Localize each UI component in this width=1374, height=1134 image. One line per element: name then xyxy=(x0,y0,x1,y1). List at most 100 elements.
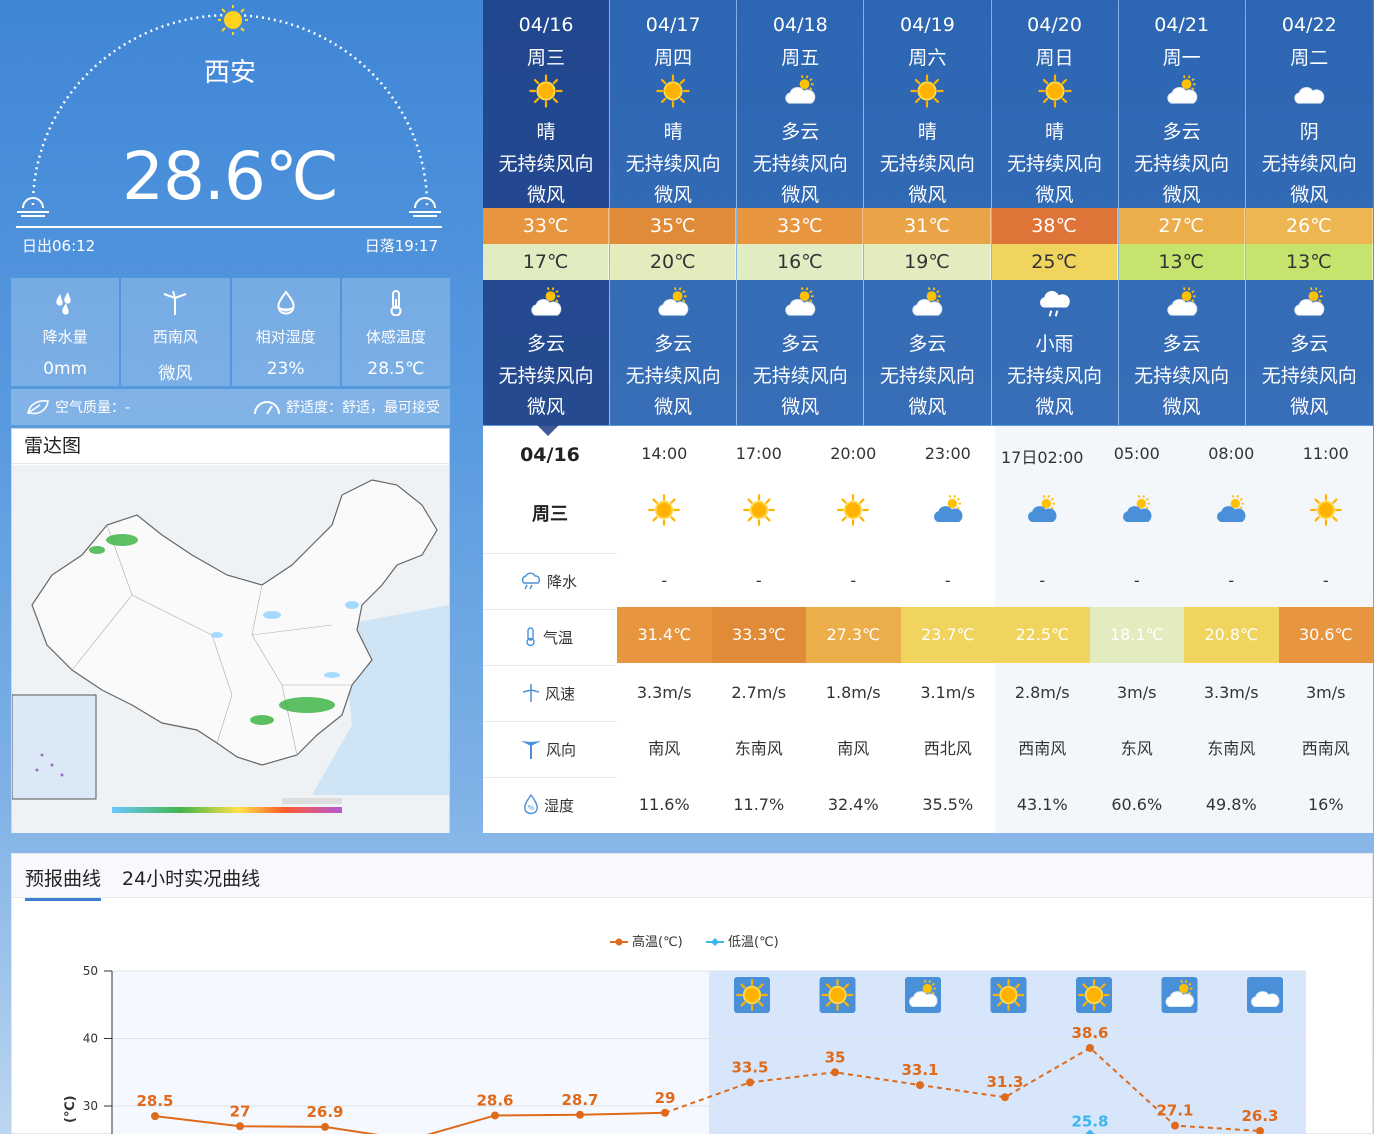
stat-label: 体感温度 xyxy=(365,328,426,346)
forecast-day-4[interactable]: 04/20 周日 晴 无持续风向 微风 38℃ 25℃ 小雨 无持续风向 微风 xyxy=(991,0,1119,425)
low-temp: 25℃ xyxy=(991,244,1118,280)
day-wind-power: 微风 xyxy=(1290,184,1329,206)
high-temp-label: 28.6 xyxy=(476,1091,513,1109)
forecast-day-3[interactable]: 04/19 周六 晴 无持续风向 微风 31℃ 19℃ 多云 无持续风向 微风 xyxy=(864,0,992,425)
forecast-date: 04/18 xyxy=(772,14,828,36)
hourly-column: 08:00 - 20.8℃ 3.3m/s 东南风 49.8% xyxy=(1184,426,1279,833)
hourly-time: 20:00 xyxy=(830,444,877,463)
forecast-day-5[interactable]: 04/21 周一 多云 无持续风向 微风 27℃ 13℃ 多云 无持续风向 微风 xyxy=(1118,0,1246,425)
comfort-gauge-icon xyxy=(254,401,280,415)
partly-cloudy-icon xyxy=(483,284,609,320)
leaf-icon xyxy=(27,400,49,415)
hourly-time: 17:00 xyxy=(735,444,782,463)
stat-wind: 西南风 微风 xyxy=(121,278,230,386)
sun-icon xyxy=(864,72,990,108)
hourly-rain: - xyxy=(1039,571,1046,590)
night-wind-power: 微风 xyxy=(1162,396,1201,418)
low-temp-label: 25.8 xyxy=(1071,1112,1108,1130)
hourly-humidity: 16% xyxy=(1307,795,1344,814)
tab-24h-curve[interactable]: 24小时实况曲线 xyxy=(122,864,260,898)
high-temp-label: 33.1 xyxy=(901,1061,938,1079)
high-temp: 26℃ xyxy=(1245,208,1373,244)
current-stats: 降水量 0mm 西南风 微风 相对湿度 23% 体感温度 28.5℃ xyxy=(11,278,450,386)
wind-direction-icon xyxy=(520,741,541,759)
row-label-wind-dir: 风向 xyxy=(483,721,617,777)
thermometer-icon xyxy=(390,290,402,316)
humidity-drop-icon xyxy=(277,290,295,315)
hourly-wind-dir: 南风 xyxy=(837,739,870,758)
hourly-wind-speed: 3m/s xyxy=(1117,683,1157,702)
hourly-temp: 31.4℃ xyxy=(617,607,712,663)
hourly-wind-dir: 西南风 xyxy=(1301,739,1350,758)
forecast-day-0[interactable]: 04/16 周三 晴 无持续风向 微风 33℃ 17℃ 多云 无持续风向 微风 xyxy=(483,0,611,425)
sun-icon xyxy=(992,72,1118,108)
hourly-date: 04/16 xyxy=(520,444,580,466)
day-weather: 阴 xyxy=(1299,121,1319,143)
legend-label: 低温(℃) xyxy=(728,935,779,950)
forecast-date: 04/19 xyxy=(900,14,955,36)
row-label-rain: 降水 xyxy=(483,553,617,609)
night-wind-power: 微风 xyxy=(1035,396,1074,418)
hourly-rain: - xyxy=(661,571,668,590)
hourly-wind-dir: 东风 xyxy=(1120,739,1153,758)
partly-cloudy-icon xyxy=(905,977,941,1013)
low-temp: 19℃ xyxy=(864,244,991,280)
high-temp-point xyxy=(236,1122,244,1131)
forecast-day-2[interactable]: 04/18 周五 多云 无持续风向 微风 33℃ 16℃ 多云 无持续风向 微风 xyxy=(737,0,865,425)
hourly-column: 14:00 - 31.4℃ 3.3m/s 南风 11.6% xyxy=(617,426,712,833)
y-axis-label: (℃) xyxy=(63,1095,78,1123)
cloudy-night-icon xyxy=(1184,492,1279,528)
sun-icon xyxy=(1279,492,1374,528)
night-weather: 多云 xyxy=(1290,333,1329,355)
forecast-day-6[interactable]: 04/22 周二 阴 无持续风向 微风 26℃ 13℃ 多云 无持续风向 微风 xyxy=(1245,0,1373,425)
forecast-weekday: 周六 xyxy=(908,47,947,69)
night-wind-direction: 无持续风向 xyxy=(1134,365,1230,387)
forecast-day-1[interactable]: 04/17 周四 晴 无持续风向 微风 35℃ 20℃ 多云 无持续风向 微风 xyxy=(610,0,738,425)
hourly-column: 11:00 - 30.6℃ 3m/s 西南风 16% xyxy=(1278,426,1374,833)
high-temp-label: 33.5 xyxy=(731,1058,768,1076)
high-temp-point xyxy=(1171,1121,1179,1130)
day-wind-direction: 无持续风向 xyxy=(752,153,848,175)
hourly-wind-dir: 东南风 xyxy=(734,739,783,758)
radar-map[interactable] xyxy=(11,465,449,833)
hourly-rain: - xyxy=(850,571,857,590)
sun-icon xyxy=(610,72,736,108)
high-temp-label: 26.3 xyxy=(1241,1107,1278,1125)
partly-cloudy-icon xyxy=(1246,284,1373,320)
tab-forecast-curve[interactable]: 预报曲线 xyxy=(25,864,102,901)
day-wind-power: 微风 xyxy=(1162,184,1201,206)
hourly-rain: - xyxy=(944,571,951,590)
air-quality: 空气质量：- xyxy=(25,397,130,417)
day-wind-power: 微风 xyxy=(654,184,693,206)
stat-value: 23% xyxy=(266,359,305,379)
high-temp-label: 28.5 xyxy=(136,1092,173,1110)
hourly-wind-dir: 西北风 xyxy=(923,739,972,758)
radar-title: 雷达图 xyxy=(12,429,449,464)
partly-cloudy-icon xyxy=(737,72,863,108)
plot-past-area xyxy=(112,971,709,1134)
stat-precipitation: 降水量 0mm xyxy=(11,278,120,386)
row-label-text: 湿度 xyxy=(543,796,574,815)
y-tick-label: 40 xyxy=(83,1032,98,1046)
hourly-humidity: 49.8% xyxy=(1205,795,1257,814)
day-wind-power: 微风 xyxy=(527,184,566,206)
temperature-line-chart: 30 40 50 (℃) 高温(℃) 低温(℃) 28.5 27 26.9 28.6 28.7 29 3… xyxy=(63,934,1306,1134)
high-temp-point xyxy=(576,1110,584,1119)
forecast-weekday: 周三 xyxy=(527,47,566,69)
cloud-icon xyxy=(1247,977,1283,1013)
temperature-curve-panel: 预报曲线 24小时实况曲线 30 40 50 (℃) 高温(℃) 低温(℃) 28.5 27 2… xyxy=(11,853,1373,1134)
day-weather: 晴 xyxy=(536,121,556,143)
stat-value: 微风 xyxy=(158,364,193,384)
high-temp: 31℃ xyxy=(864,208,991,244)
hourly-humidity: 60.6% xyxy=(1111,795,1163,814)
city-name: 西安 xyxy=(203,58,256,88)
high-temp-point xyxy=(661,1108,669,1117)
day-wind-direction: 无持续风向 xyxy=(1007,153,1103,175)
night-wind-direction: 无持续风向 xyxy=(752,365,848,387)
air-quality-text: 空气质量：- xyxy=(55,400,131,416)
low-temp: 13℃ xyxy=(1245,244,1373,280)
high-temp-label: 31.3 xyxy=(986,1073,1023,1091)
sun-icon xyxy=(483,72,609,108)
sunrise-time: 日出06:12 xyxy=(22,237,96,255)
row-label-text: 风向 xyxy=(545,740,576,759)
